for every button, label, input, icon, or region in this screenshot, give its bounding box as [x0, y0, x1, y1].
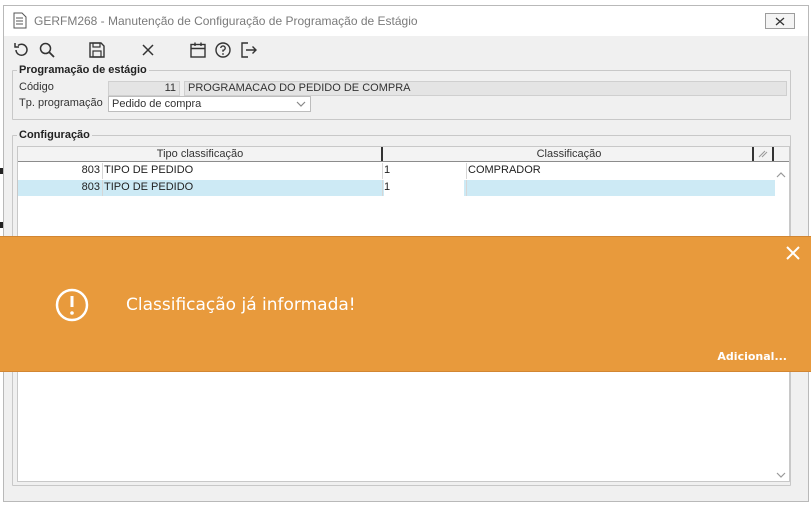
help-button[interactable] — [214, 41, 232, 59]
edge-artifact — [0, 222, 3, 228]
cell-divider — [102, 180, 103, 196]
chevron-down-icon — [296, 101, 306, 107]
class-code-cell[interactable]: 1 — [384, 180, 464, 196]
descricao-field[interactable]: PROGRAMACAO DO PEDIDO DE COMPRA — [184, 81, 787, 96]
codigo-label: Código — [19, 81, 54, 93]
configuracao-group-label: Configuração — [17, 129, 92, 141]
cell-divider — [382, 180, 383, 196]
title-bar: GERFM268 - Manutenção de Configuração de… — [4, 6, 808, 36]
class-desc-cell — [468, 180, 768, 196]
tipo-code-cell: 803 — [81, 164, 100, 176]
scroll-down-icon[interactable] — [776, 470, 786, 480]
window-close-button[interactable] — [765, 13, 795, 29]
refresh-button[interactable] — [12, 41, 30, 59]
column-separator[interactable] — [752, 147, 754, 161]
class-desc-cell: COMPRADOR — [468, 164, 541, 176]
tipo-desc-cell: TIPO DE PEDIDO — [104, 181, 194, 193]
search-button[interactable] — [38, 41, 56, 59]
scroll-up-icon[interactable] — [776, 170, 786, 180]
toast-more-link[interactable]: Adicional... — [717, 350, 787, 363]
column-header-classificacao[interactable]: Classificação — [384, 147, 754, 161]
close-icon[interactable] — [785, 245, 801, 261]
cell-divider — [102, 163, 103, 179]
calendar-icon — [190, 42, 206, 58]
save-button[interactable] — [88, 41, 106, 59]
document-icon — [13, 12, 27, 29]
grid-header: Tipo classificação Classificação — [18, 147, 789, 162]
column-header-tipo[interactable]: Tipo classificação — [18, 147, 382, 161]
cell-divider — [466, 180, 467, 196]
cancel-button[interactable] — [139, 41, 157, 59]
table-row[interactable]: 803 TIPO DE PEDIDO 1 COMPRADOR — [18, 163, 775, 179]
table-row[interactable]: 803 TIPO DE PEDIDO 1 — [18, 180, 775, 196]
save-icon — [89, 42, 105, 58]
search-icon — [39, 42, 55, 58]
help-icon — [215, 42, 231, 58]
toolbar — [4, 36, 808, 64]
alert-icon — [55, 288, 89, 322]
exit-icon — [241, 42, 257, 58]
window-title: GERFM268 - Manutenção de Configuração de… — [34, 14, 418, 28]
tipo-programacao-select[interactable]: Pedido de compra — [108, 96, 311, 112]
class-code-cell: 1 — [384, 164, 391, 176]
cell-divider — [382, 163, 383, 179]
close-icon — [775, 17, 785, 25]
calendar-button[interactable] — [189, 41, 207, 59]
toast-message: Classificação já informada! — [126, 295, 356, 315]
tipo-programacao-value: Pedido de compra — [112, 98, 202, 110]
column-separator[interactable] — [381, 147, 383, 161]
tipo-code-cell: 803 — [81, 181, 100, 193]
exit-button[interactable] — [240, 41, 258, 59]
tipo-programacao-label: Tp. programação — [19, 97, 103, 109]
programacao-group-label: Programação de estágio — [17, 64, 149, 76]
column-chooser-icon[interactable] — [757, 149, 769, 159]
edge-artifact — [0, 168, 3, 174]
cell-divider — [466, 163, 467, 179]
close-icon — [142, 44, 154, 56]
codigo-field[interactable]: 11 — [108, 81, 180, 96]
refresh-icon — [14, 43, 28, 56]
tipo-desc-cell: TIPO DE PEDIDO — [104, 164, 194, 176]
column-separator — [772, 147, 774, 161]
error-toast: Classificação já informada! Adicional... — [0, 236, 811, 372]
